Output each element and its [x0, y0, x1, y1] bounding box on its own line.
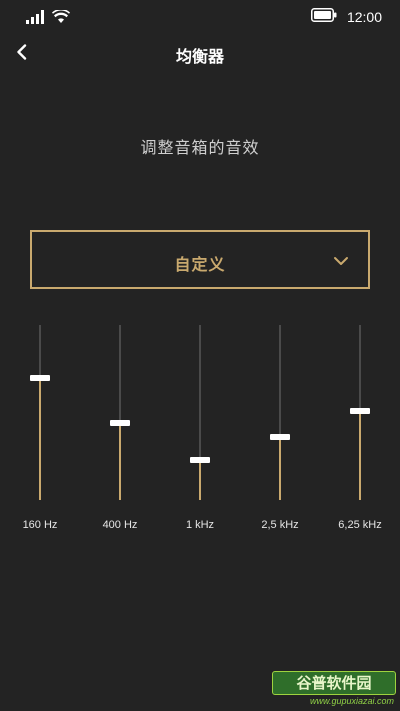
eq-band-label: 400 Hz: [102, 519, 138, 531]
eq-band-label: 1 kHz: [185, 519, 215, 531]
battery-icon: [310, 7, 337, 26]
status-time: 12:00: [346, 8, 382, 25]
eq-slider-thumb[interactable]: [110, 420, 130, 426]
watermark-url: www.gupuxiazai.com: [309, 696, 394, 706]
status-left: [26, 8, 70, 28]
signal-icon: [26, 9, 46, 28]
eq-slider-thumb[interactable]: [190, 456, 210, 463]
eq-track: [199, 325, 201, 460]
chevron-down-icon: [332, 252, 350, 270]
eq-band-2-5khz: 2,5 kHz: [240, 320, 320, 550]
eq-slider-thumb[interactable]: [30, 374, 50, 381]
eq-track: [39, 325, 41, 378]
status-right: 12:00: [310, 7, 382, 26]
eq-track: [279, 325, 281, 437]
header: 均衡器: [0, 34, 400, 74]
eq-track-fill: [199, 459, 201, 500]
eq-track: [119, 325, 121, 423]
preset-selected-value: 自定义: [174, 255, 226, 274]
eq-band-label: 160 Hz: [22, 519, 58, 531]
eq-track-fill: [279, 437, 281, 500]
status-bar: 12:00: [0, 0, 400, 34]
page-title: 均衡器: [175, 47, 224, 66]
page-subtitle: 调整音箱的音效: [140, 138, 260, 157]
eq-band-label: 2,5 kHz: [261, 519, 299, 531]
eq-track-fill: [39, 377, 41, 500]
watermark: 谷普软件园 www.gupuxiazai.com: [272, 671, 396, 709]
eq-slider-thumb[interactable]: [270, 434, 290, 440]
equalizer: 160 Hz 400 Hz 1 kHz 2,5 kHz 6,25 kHz: [0, 320, 400, 550]
eq-band-1khz: 1 kHz: [160, 320, 240, 550]
eq-track-fill: [359, 410, 361, 500]
eq-band-label: 6,25 kHz: [338, 519, 382, 531]
wifi-icon: [52, 8, 70, 28]
preset-dropdown[interactable]: 自定义: [30, 230, 370, 289]
eq-band-400hz: 400 Hz: [80, 320, 160, 550]
eq-band-160hz: 160 Hz: [0, 320, 80, 550]
eq-slider-thumb[interactable]: [350, 407, 370, 414]
eq-track: [359, 325, 361, 411]
watermark-logo: 谷普软件园: [272, 671, 396, 695]
eq-band-6-25khz: 6,25 kHz: [320, 320, 400, 550]
eq-track-fill: [119, 423, 121, 500]
